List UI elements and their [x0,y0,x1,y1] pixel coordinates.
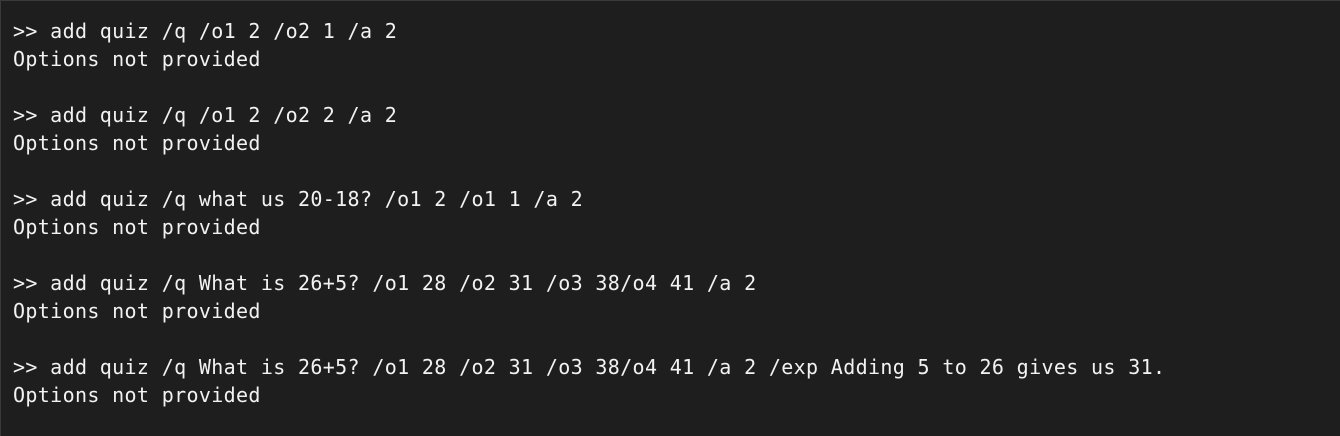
command-line: >> add quiz /q What is 26+5? /o1 28 /o2 … [13,271,757,295]
command-line: >> add quiz /q what us 20-18? /o1 2 /o1 … [13,187,583,211]
output-line: Options not provided [13,383,261,407]
output-line: Options not provided [13,299,261,323]
output-line: Options not provided [13,47,261,71]
command-line: >> add quiz /q /o1 2 /o2 2 /a 2 [13,103,398,127]
command-line: >> add quiz /q What is 26+5? /o1 28 /o2 … [13,355,1166,379]
output-line: Options not provided [13,131,261,155]
command-line: >> add quiz /q /o1 2 /o2 1 /a 2 [13,19,398,43]
terminal-window[interactable]: >> add quiz /q /o1 2 /o2 1 /a 2 Options … [0,0,1340,436]
output-line: Options not provided [13,215,261,239]
